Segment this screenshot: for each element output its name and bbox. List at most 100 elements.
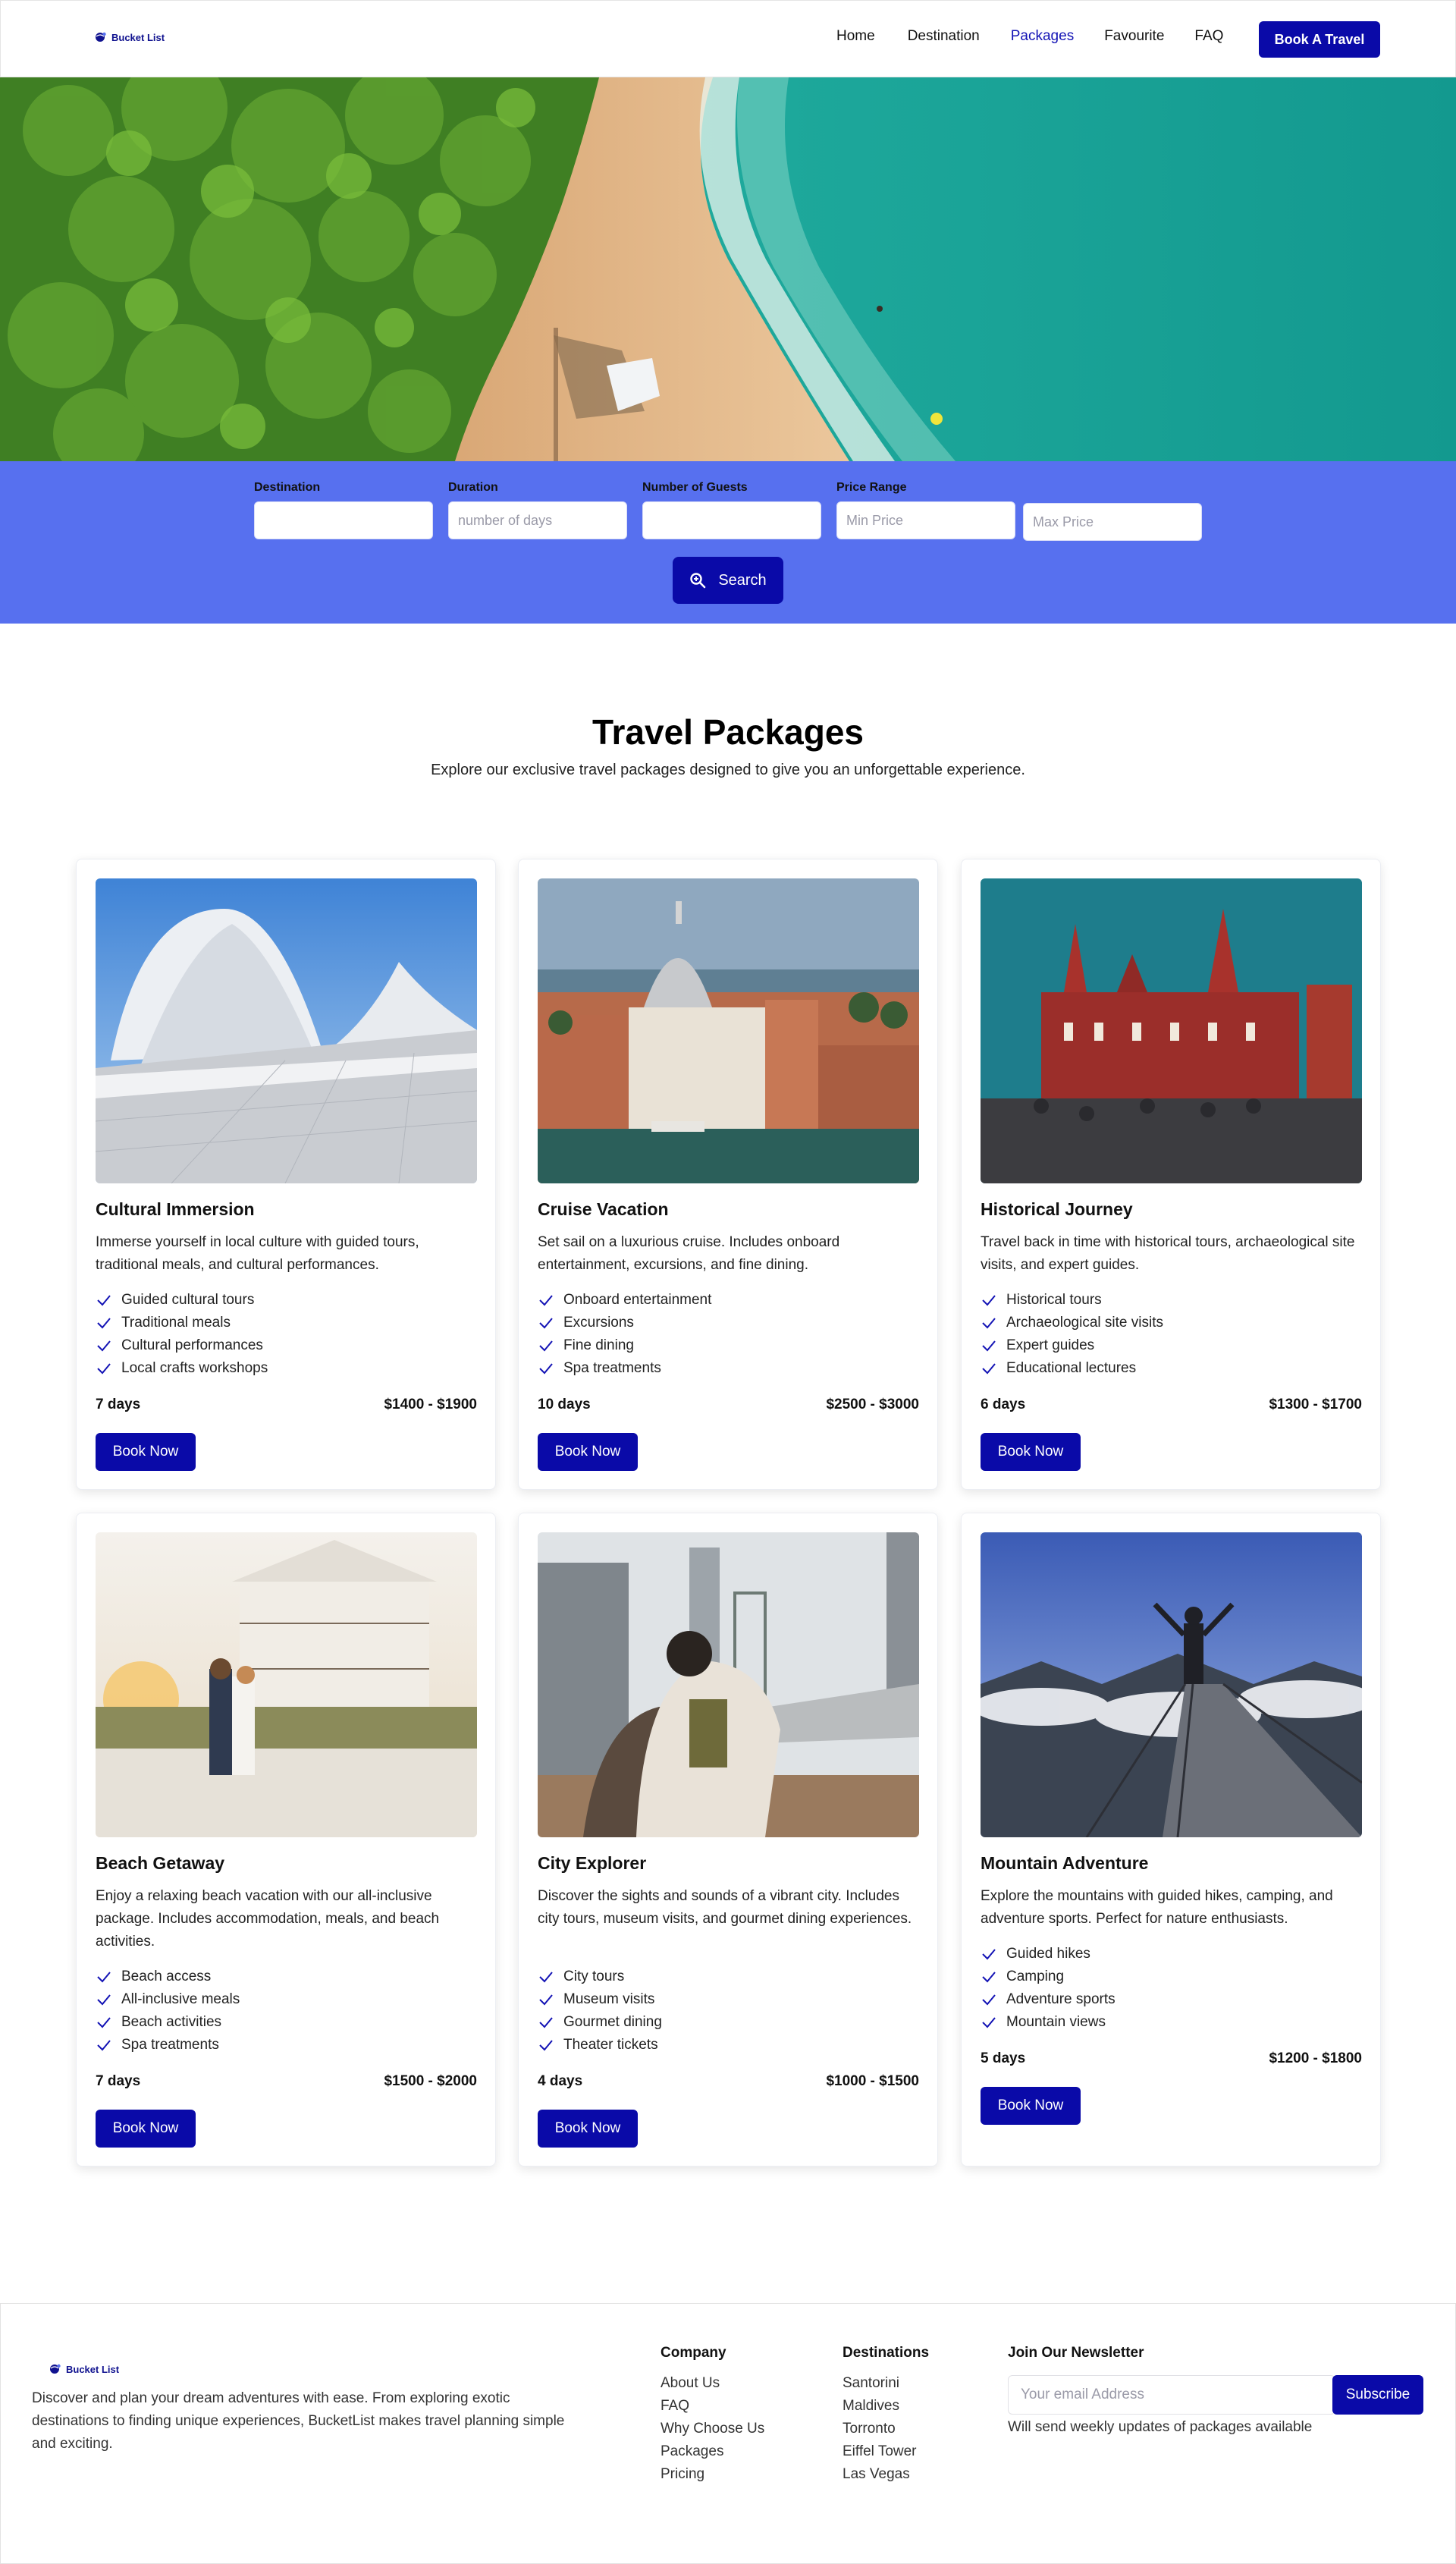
feature-label: Local crafts workshops: [121, 1360, 268, 1376]
feature-item: Expert guides: [981, 1334, 1163, 1357]
newsletter-email-input[interactable]: [1008, 2375, 1335, 2415]
newsletter-form: Subscribe: [1008, 2375, 1423, 2415]
package-duration: 6 days: [981, 1397, 1026, 1412]
book-now-button[interactable]: Book Now: [538, 1433, 638, 1471]
subscribe-button[interactable]: Subscribe: [1332, 2375, 1423, 2415]
footer-link-pricing[interactable]: Pricing: [661, 2463, 764, 2486]
book-now-button[interactable]: Book Now: [96, 1433, 196, 1471]
footer-link-santorini[interactable]: Santorini: [843, 2372, 929, 2395]
package-description: Discover the sights and sounds of a vibr…: [538, 1888, 912, 1927]
footer-link-las-vegas[interactable]: Las Vegas: [843, 2463, 929, 2486]
check-icon: [982, 1949, 996, 1960]
feature-item: Mountain views: [981, 2011, 1116, 2034]
search-button[interactable]: Search: [673, 557, 783, 604]
book-a-travel-button[interactable]: Book A Travel: [1259, 21, 1380, 58]
venice-church-photo: [538, 878, 919, 1183]
duration-input[interactable]: [448, 501, 627, 539]
feature-item: Beach access: [96, 1965, 240, 1988]
footer-brand-logo[interactable]: Bucket List: [49, 2363, 119, 2375]
feature-item: Local crafts workshops: [96, 1357, 268, 1380]
feature-list: City tours Museum visits Gourmet dining …: [538, 1965, 662, 2057]
feature-label: Onboard entertainment: [563, 1292, 712, 1308]
check-icon: [97, 2040, 111, 2051]
package-image: [96, 1532, 477, 1837]
check-icon: [539, 2040, 553, 2051]
price-range-label: Price Range: [836, 481, 907, 494]
guests-input[interactable]: [642, 501, 821, 539]
duration-field: Duration: [448, 481, 627, 539]
section-title: Travel Packages: [592, 712, 864, 752]
navbar: Bucket List Home Destination Packages Fa…: [0, 0, 1456, 77]
book-now-button[interactable]: Book Now: [96, 2110, 196, 2148]
check-icon: [982, 1340, 996, 1352]
feature-label: Archaeological site visits: [1006, 1315, 1163, 1331]
book-now-button[interactable]: Book Now: [538, 2110, 638, 2148]
footer-link-maldives[interactable]: Maldives: [843, 2395, 929, 2418]
footer-brand-name: Bucket List: [66, 2363, 120, 2375]
check-icon: [982, 1363, 996, 1375]
package-title: Historical Journey: [981, 1199, 1133, 1219]
feature-item: Spa treatments: [538, 1357, 711, 1380]
zoom-search-icon: [690, 573, 706, 589]
nav-faq[interactable]: FAQ: [1194, 28, 1223, 45]
package-description: Explore the mountains with guided hikes,…: [981, 1888, 1333, 1927]
nav-packages[interactable]: Packages: [1011, 28, 1074, 45]
feature-label: Fine dining: [563, 1337, 634, 1353]
package-meta: 4 days $1000 - $1500: [538, 2073, 919, 2090]
search-button-label: Search: [718, 571, 767, 589]
check-icon: [97, 2017, 111, 2028]
footer-destinations-column: Destinations Santorini Maldives Torronto…: [843, 2345, 929, 2486]
footer-link-why-choose-us[interactable]: Why Choose Us: [661, 2418, 764, 2440]
feature-item: Gourmet dining: [538, 2011, 662, 2034]
feature-label: Theater tickets: [563, 2037, 658, 2053]
feature-item: Spa treatments: [96, 2034, 240, 2057]
feature-item: Beach activities: [96, 2011, 240, 2034]
footer-link-about-us[interactable]: About Us: [661, 2372, 764, 2395]
destination-input[interactable]: [254, 501, 433, 539]
package-title: City Explorer: [538, 1853, 647, 1873]
footer-link-packages[interactable]: Packages: [661, 2440, 764, 2463]
feature-item: Theater tickets: [538, 2034, 662, 2057]
check-icon: [539, 1295, 553, 1306]
package-meta: 5 days $1200 - $1800: [981, 2050, 1362, 2067]
min-price-input[interactable]: [836, 501, 1015, 539]
feature-list: Historical tours Archaeological site vis…: [981, 1289, 1163, 1380]
package-title: Beach Getaway: [96, 1853, 225, 1873]
nav-favourite[interactable]: Favourite: [1104, 28, 1164, 45]
hero-beach-aerial-image: [0, 77, 1456, 461]
footer-company-column: Company About Us FAQ Why Choose Us Packa…: [661, 2345, 764, 2486]
feature-label: Beach activities: [121, 2014, 222, 2030]
book-now-button[interactable]: Book Now: [981, 2087, 1081, 2125]
package-meta: 7 days $1400 - $1900: [96, 1397, 477, 1413]
max-price-input[interactable]: [1023, 503, 1202, 541]
check-icon: [97, 1994, 111, 2006]
section-subtitle: Explore our exclusive travel packages de…: [431, 762, 1025, 778]
nav-home[interactable]: Home: [836, 28, 875, 45]
package-duration: 4 days: [538, 2073, 583, 2089]
nav-destination[interactable]: Destination: [908, 28, 980, 45]
package-image: [981, 878, 1362, 1183]
feature-item: City tours: [538, 1965, 662, 1988]
check-icon: [97, 1295, 111, 1306]
feature-item: Educational lectures: [981, 1357, 1163, 1380]
check-icon: [982, 1318, 996, 1329]
feature-item: All-inclusive meals: [96, 1988, 240, 2011]
footer-link-torronto[interactable]: Torronto: [843, 2418, 929, 2440]
check-icon: [539, 1363, 553, 1375]
package-title: Cultural Immersion: [96, 1199, 255, 1219]
mountain-bridge-photo: [981, 1532, 1362, 1837]
feature-item: Excursions: [538, 1312, 711, 1334]
package-description: Travel back in time with historical tour…: [981, 1234, 1355, 1273]
package-duration: 7 days: [96, 1397, 141, 1412]
package-description: Enjoy a relaxing beach vacation with our…: [96, 1888, 440, 1950]
feature-item: Camping: [981, 1965, 1116, 1988]
check-icon: [539, 1318, 553, 1329]
package-price: $2500 - $3000: [826, 1397, 919, 1412]
feature-item: Cultural performances: [96, 1334, 268, 1357]
book-now-button[interactable]: Book Now: [981, 1433, 1081, 1471]
feature-label: All-inclusive meals: [121, 1991, 240, 2007]
footer-link-eiffel-tower[interactable]: Eiffel Tower: [843, 2440, 929, 2463]
brand-logo[interactable]: Bucket List: [95, 31, 165, 43]
newsletter: Join Our Newsletter Subscribe Will send …: [1008, 2345, 1423, 2435]
footer-link-faq[interactable]: FAQ: [661, 2395, 764, 2418]
